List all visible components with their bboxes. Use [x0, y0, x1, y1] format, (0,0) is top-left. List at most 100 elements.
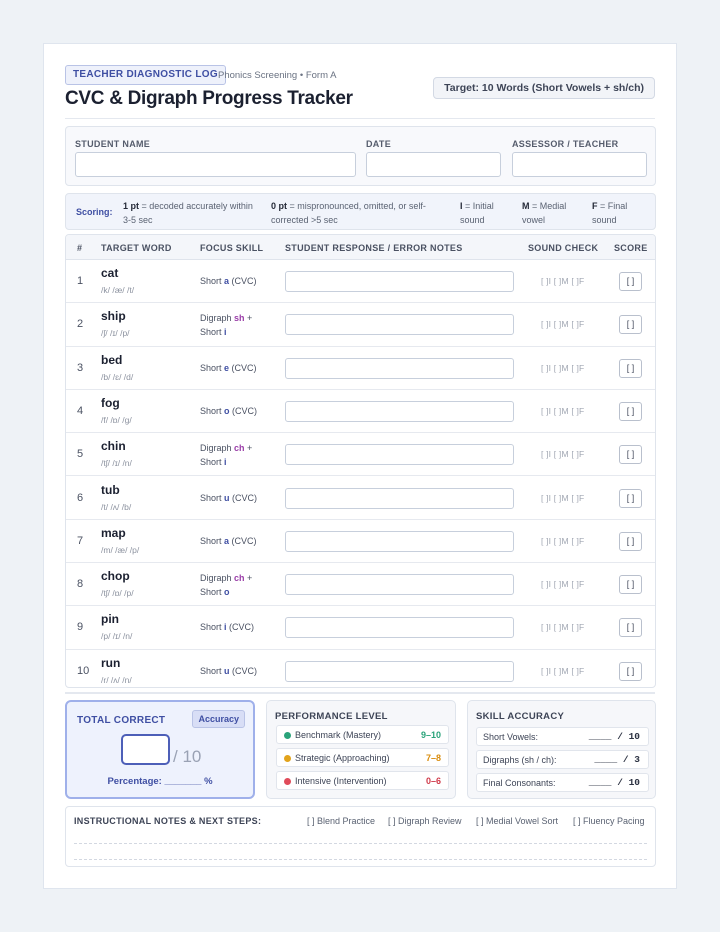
col-num: #	[77, 243, 83, 253]
score-box[interactable]: [ ]	[619, 575, 642, 595]
date-field[interactable]	[366, 152, 501, 177]
response-input[interactable]	[285, 314, 514, 336]
row-number: 6	[77, 491, 84, 504]
focus-skill: Short o (CVC)	[200, 405, 258, 416]
sound-check-boxes[interactable]: [ ]I [ ]M [ ]F	[541, 449, 584, 459]
sound-check-boxes[interactable]: [ ]I [ ]M [ ]F	[541, 666, 584, 676]
section-divider	[65, 692, 655, 694]
row-number: 3	[77, 361, 84, 374]
score-box[interactable]: [ ]	[619, 315, 642, 335]
target-badge: Target: 10 Words (Short Vowels + sh/ch)	[433, 77, 655, 99]
row-number: 8	[77, 578, 84, 591]
scoring-one-pt: 1 pt = decoded accurately within 3-5 sec	[123, 201, 253, 225]
target-word: bed	[101, 352, 123, 367]
response-input[interactable]	[285, 400, 514, 422]
level-benchmark: Benchmark (Mastery) 9–10	[276, 725, 449, 744]
intensive-dot-icon	[284, 778, 291, 785]
score-box[interactable]: [ ]	[619, 445, 642, 465]
focus-skill: Digraph sh + Short i	[200, 313, 253, 338]
sound-check-boxes[interactable]: [ ]I [ ]M [ ]F	[541, 406, 584, 416]
total-correct-panel: TOTAL CORRECT Accuracy / 10 Percentage: …	[65, 700, 255, 799]
response-input[interactable]	[285, 660, 514, 682]
table-row: 9 pin/p/ /ɪ/ /n/Short i (CVC) [ ]I [ ]M [ …	[66, 606, 655, 650]
table-row: 6 tub/t/ /ʌ/ /b/Short u (CVC) [ ]I [ ]M [ …	[66, 477, 655, 520]
level-intensive: Intensive (Intervention) 0–6	[276, 771, 449, 790]
table-row: 3 bed/b/ /ɛ/ /d/Short e (CVC) [ ]I [ ]M [ …	[66, 347, 655, 390]
col-sound-check: SOUND CHECK	[528, 243, 599, 253]
scoring-legend: Scoring: 1 pt = decoded accurately withi…	[65, 193, 656, 230]
col-response: STUDENT RESPONSE / ERROR NOTES	[285, 243, 463, 253]
response-input[interactable]	[285, 487, 514, 509]
score-box[interactable]: [ ]	[619, 531, 642, 551]
response-input[interactable]	[285, 444, 514, 466]
target-word: fog	[101, 395, 120, 410]
short-vowels-label: Short Vowels:	[483, 732, 539, 742]
date-label: DATE	[366, 139, 392, 149]
digraphs-value[interactable]: ____ / 3	[594, 754, 640, 765]
total-correct-input[interactable]	[121, 734, 170, 765]
scoring-medial: M = Medial vowel	[522, 201, 567, 225]
col-score: SCORE	[614, 243, 648, 253]
focus-skill: Short e (CVC)	[200, 362, 257, 373]
response-input[interactable]	[285, 271, 514, 292]
response-input[interactable]	[285, 530, 514, 552]
score-box[interactable]: [ ]	[619, 272, 642, 291]
sound-check-boxes[interactable]: [ ]I [ ]M [ ]F	[541, 363, 584, 373]
percentage-field[interactable]: Percentage: _______ %	[67, 776, 253, 787]
row-number: 7	[77, 534, 84, 547]
score-box[interactable]: [ ]	[619, 618, 642, 638]
sound-check-boxes[interactable]: [ ]I [ ]M [ ]F	[541, 579, 584, 589]
diagnostic-log-page: TEACHER DIAGNOSTIC LOG Phonics Screening…	[43, 43, 677, 889]
final-consonants-value[interactable]: ____ / 10	[589, 777, 640, 788]
option-digraph-review[interactable]: [ ] Digraph Review	[388, 816, 462, 826]
row-number: 5	[77, 448, 84, 461]
assessor-field[interactable]	[512, 152, 647, 177]
target-word: pin	[101, 612, 119, 627]
phonemes: /ʃ/ /ɪ/ /p/	[101, 328, 130, 339]
score-box[interactable]: [ ]	[619, 358, 642, 378]
intensive-name: Intensive (Intervention)	[295, 776, 387, 786]
score-box[interactable]: [ ]	[619, 401, 642, 421]
instructional-notes-panel: INSTRUCTIONAL NOTES & NEXT STEPS: [ ] Bl…	[65, 806, 656, 867]
log-badge: TEACHER DIAGNOSTIC LOG	[65, 65, 226, 85]
notes-line-1[interactable]	[74, 843, 647, 844]
skill-digraphs: Digraphs (sh / ch): ____ / 3	[476, 750, 649, 769]
row-number: 4	[77, 404, 84, 417]
sound-check-boxes[interactable]: [ ]I [ ]M [ ]F	[541, 536, 584, 546]
strategic-range: 7–8	[425, 753, 441, 763]
response-input[interactable]	[285, 617, 514, 639]
focus-skill: Short u (CVC)	[200, 665, 258, 676]
phonemes: /p/ /ɪ/ /n/	[101, 631, 133, 642]
short-vowels-value[interactable]: ____ / 10	[589, 731, 640, 742]
scoring-zero-pt: 0 pt = mispronounced, omitted, or self-c…	[271, 201, 426, 225]
option-fluency-pacing[interactable]: [ ] Fluency Pacing	[573, 816, 645, 826]
phonemes: /b/ /ɛ/ /d/	[101, 371, 134, 382]
skill-accuracy-panel: SKILL ACCURACY Short Vowels: ____ / 10 D…	[467, 700, 656, 799]
page-title: CVC & Digraph Progress Tracker	[65, 88, 353, 109]
sound-check-boxes[interactable]: [ ]I [ ]M [ ]F	[541, 319, 584, 329]
option-medial-vowel-sort[interactable]: [ ] Medial Vowel Sort	[476, 816, 558, 826]
response-input[interactable]	[285, 357, 514, 379]
phonemes: /t/ /ʌ/ /b/	[101, 501, 132, 512]
sound-check-boxes[interactable]: [ ]I [ ]M [ ]F	[541, 276, 584, 286]
score-box[interactable]: [ ]	[619, 488, 642, 508]
level-strategic: Strategic (Approaching) 7–8	[276, 748, 449, 767]
option-blend-practice[interactable]: [ ] Blend Practice	[307, 816, 375, 826]
response-input[interactable]	[285, 574, 514, 596]
target-word: chop	[101, 569, 130, 584]
notes-line-2[interactable]	[74, 859, 647, 860]
skill-accuracy-label: SKILL ACCURACY	[476, 711, 565, 722]
sound-check-boxes[interactable]: [ ]I [ ]M [ ]F	[541, 622, 584, 632]
scoring-initial: I = Initial sound	[460, 201, 494, 225]
score-box[interactable]: [ ]	[619, 661, 642, 681]
student-name-field[interactable]	[75, 152, 356, 177]
scoring-label: Scoring:	[76, 207, 113, 217]
strategic-dot-icon	[284, 755, 291, 762]
row-number: 1	[77, 275, 84, 287]
performance-level-panel: PERFORMANCE LEVEL Benchmark (Mastery) 9–…	[266, 700, 456, 799]
focus-skill: Short i (CVC)	[200, 622, 255, 633]
table-row: 10 run/r/ /ʌ/ /n/Short u (CVC) [ ]I [ ]M […	[66, 650, 655, 687]
focus-skill: Short a (CVC)	[200, 276, 257, 286]
sound-check-boxes[interactable]: [ ]I [ ]M [ ]F	[541, 493, 584, 503]
student-info-panel: STUDENT NAME DATE ASSESSOR / TEACHER	[65, 126, 656, 186]
